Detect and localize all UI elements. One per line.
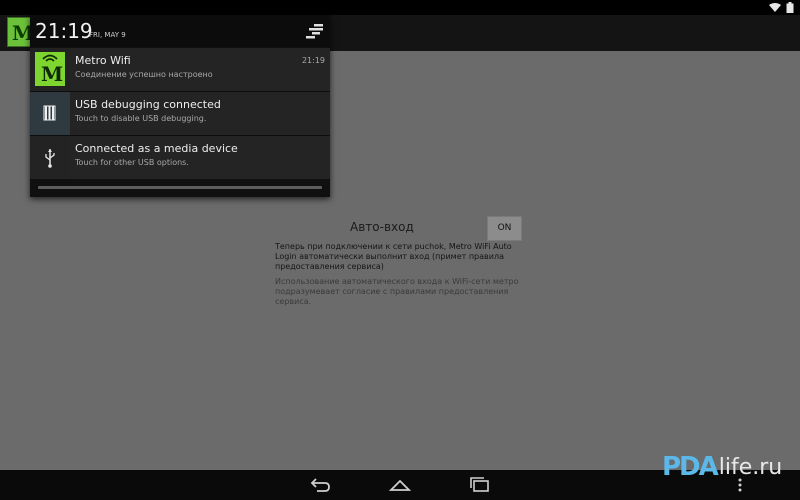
- shade-header: 21:19 FRI, MAY 9: [30, 15, 330, 47]
- auto-login-description: Теперь при подключении к сети puchok, Me…: [275, 242, 512, 271]
- notification-title: Metro Wifi: [75, 54, 131, 67]
- notification-subtitle: Touch for other USB options.: [75, 158, 189, 167]
- status-bar: [0, 0, 800, 15]
- notification-media-device[interactable]: Connected as a media device Touch for ot…: [30, 136, 330, 179]
- notification-subtitle: Touch to disable USB debugging.: [75, 114, 207, 123]
- watermark-logo: PDA: [662, 452, 719, 482]
- auto-login-toggle[interactable]: ON: [487, 216, 522, 241]
- usb-debugging-icon: [30, 92, 70, 135]
- wifi-icon: [769, 2, 781, 13]
- notification-metro-wifi[interactable]: M Metro Wifi Соединение успешно настроен…: [30, 48, 330, 91]
- shade-date: FRI, MAY 9: [89, 31, 126, 39]
- usb-icon: [30, 136, 70, 179]
- home-icon[interactable]: [388, 477, 412, 493]
- notification-icon-slot: M: [30, 48, 70, 91]
- auto-login-label: Авто-вход: [350, 220, 414, 234]
- notification-title: Connected as a media device: [75, 142, 238, 155]
- watermark-text: life.ru: [718, 454, 783, 480]
- notification-shade: 21:19 FRI, MAY 9 M Metro Wifi Соединение…: [30, 15, 330, 197]
- shade-clock: 21:19: [35, 19, 93, 43]
- quick-settings-icon[interactable]: [304, 23, 324, 39]
- status-icons: [769, 2, 794, 13]
- terms-note: Использование автоматического входа к Wi…: [275, 277, 519, 306]
- back-icon[interactable]: [308, 477, 332, 493]
- metro-wifi-logo-icon: M: [35, 52, 65, 86]
- notification-title: USB debugging connected: [75, 98, 221, 111]
- shade-drag-handle[interactable]: [38, 186, 322, 189]
- watermark: PDA life.ru: [662, 447, 782, 487]
- battery-icon: [786, 2, 794, 13]
- notification-time: 21:19: [301, 56, 325, 65]
- notification-subtitle: Соединение успешно настроено: [75, 70, 213, 79]
- notification-usb-debugging[interactable]: USB debugging connected Touch to disable…: [30, 92, 330, 135]
- android-screen: M Авто-вход ON Теперь при подключении к …: [0, 0, 800, 500]
- recent-apps-icon[interactable]: [468, 477, 492, 493]
